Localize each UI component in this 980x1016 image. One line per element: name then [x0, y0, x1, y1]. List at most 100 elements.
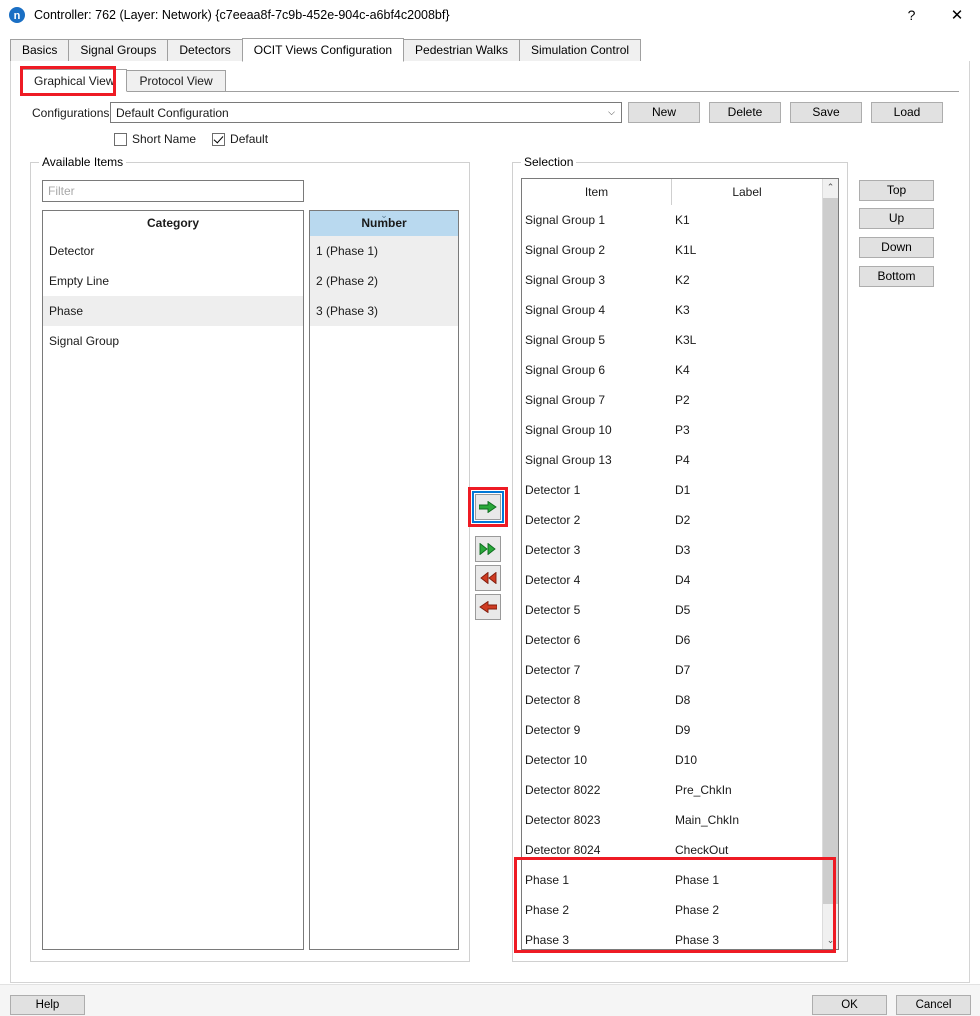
table-row[interactable]: Signal Group 7P2 — [522, 385, 838, 415]
title-bar: n Controller: 762 (Layer: Network) {c7ee… — [0, 0, 980, 30]
available-items-group-title: Available Items — [39, 155, 126, 169]
cancel-button[interactable]: Cancel — [896, 995, 971, 1015]
cell-item: Signal Group 13 — [522, 453, 672, 467]
default-checkbox-box[interactable] — [212, 133, 225, 146]
tab-detectors[interactable]: Detectors — [167, 39, 242, 61]
selection-header-label[interactable]: Label — [672, 179, 822, 205]
table-row[interactable]: Detector 1D1 — [522, 475, 838, 505]
table-row[interactable]: Phase 2Phase 2 — [522, 895, 838, 925]
cell-item: Phase 2 — [522, 903, 672, 917]
default-checkbox[interactable]: Default — [212, 132, 268, 146]
add-selected-button[interactable] — [475, 494, 501, 520]
category-row-detector[interactable]: Detector — [43, 236, 303, 266]
cell-label: D9 — [672, 723, 822, 737]
table-row[interactable]: Detector 5D5 — [522, 595, 838, 625]
cell-label: K1 — [672, 213, 822, 227]
selection-header-item[interactable]: Item — [522, 179, 672, 205]
table-row[interactable]: Phase 3Phase 3 — [522, 925, 838, 950]
category-row-signal-group[interactable]: Signal Group — [43, 326, 303, 356]
help-icon[interactable]: ? — [889, 0, 934, 30]
cell-item: Detector 4 — [522, 573, 672, 587]
cell-label: Main_ChkIn — [672, 813, 822, 827]
cell-label: Phase 2 — [672, 903, 822, 917]
filter-input[interactable]: Filter — [42, 180, 304, 202]
number-row-2[interactable]: 2 (Phase 2) — [310, 266, 458, 296]
number-list[interactable]: ⌄ Number 1 (Phase 1) 2 (Phase 2) 3 (Phas… — [309, 210, 459, 950]
table-row[interactable]: Detector 9D9 — [522, 715, 838, 745]
table-row[interactable]: Detector 6D6 — [522, 625, 838, 655]
cell-item: Signal Group 4 — [522, 303, 672, 317]
short-name-checkbox[interactable]: Short Name — [114, 132, 196, 146]
table-row[interactable]: Detector 7D7 — [522, 655, 838, 685]
category-row-empty-line[interactable]: Empty Line — [43, 266, 303, 296]
save-configuration-button[interactable]: Save — [790, 102, 862, 123]
number-row-3[interactable]: 3 (Phase 3) — [310, 296, 458, 326]
table-row[interactable]: Detector 8024CheckOut — [522, 835, 838, 865]
tab-simulation-control[interactable]: Simulation Control — [519, 39, 641, 61]
cell-label: Phase 1 — [672, 873, 822, 887]
tab-pedestrian-walks[interactable]: Pedestrian Walks — [403, 39, 520, 61]
table-row[interactable]: Detector 8023Main_ChkIn — [522, 805, 838, 835]
app-icon: n — [9, 7, 25, 23]
category-list[interactable]: Category Detector Empty Line Phase Signa… — [42, 210, 304, 950]
table-row[interactable]: Detector 8022Pre_ChkIn — [522, 775, 838, 805]
short-name-checkbox-box[interactable] — [114, 133, 127, 146]
configurations-label: Configurations: — [32, 106, 113, 120]
main-tab-strip: Basics Signal Groups Detectors OCIT View… — [10, 39, 970, 62]
tab-protocol-view[interactable]: Protocol View — [126, 70, 225, 91]
delete-configuration-button[interactable]: Delete — [709, 102, 781, 123]
load-configuration-button[interactable]: Load — [871, 102, 943, 123]
tab-basics[interactable]: Basics — [10, 39, 69, 61]
ok-button[interactable]: OK — [812, 995, 887, 1015]
chevron-down-icon[interactable]: ⌵ — [602, 107, 621, 118]
scrollbar-thumb[interactable] — [823, 198, 838, 904]
table-row[interactable]: Phase 1Phase 1 — [522, 865, 838, 895]
table-row[interactable]: Signal Group 6K4 — [522, 355, 838, 385]
scroll-up-icon[interactable]: ⌃ — [823, 179, 838, 196]
add-all-button[interactable] — [475, 536, 501, 562]
cell-label: K1L — [672, 243, 822, 257]
category-list-header[interactable]: Category — [43, 211, 303, 236]
table-row[interactable]: Detector 10D10 — [522, 745, 838, 775]
cell-label: P2 — [672, 393, 822, 407]
category-row-phase[interactable]: Phase — [43, 296, 303, 326]
cell-item: Phase 3 — [522, 933, 672, 947]
table-row[interactable]: Signal Group 1K1 — [522, 205, 838, 235]
help-button[interactable]: Help — [10, 995, 85, 1015]
selection-table[interactable]: Item Label Signal Group 1K1 Signal Group… — [521, 178, 839, 950]
cell-item: Detector 8022 — [522, 783, 672, 797]
scroll-down-icon[interactable]: ⌄ — [823, 932, 838, 949]
move-bottom-button[interactable]: Bottom — [859, 266, 934, 287]
cell-item: Signal Group 1 — [522, 213, 672, 227]
tab-signal-groups[interactable]: Signal Groups — [68, 39, 168, 61]
table-row[interactable]: Signal Group 2K1L — [522, 235, 838, 265]
remove-selected-button[interactable] — [475, 594, 501, 620]
cell-item: Detector 8 — [522, 693, 672, 707]
selection-scrollbar[interactable]: ⌃ ⌄ — [822, 179, 838, 949]
tab-graphical-view[interactable]: Graphical View — [21, 69, 127, 92]
table-row[interactable]: Signal Group 4K3 — [522, 295, 838, 325]
table-row[interactable]: Signal Group 10P3 — [522, 415, 838, 445]
number-row-1[interactable]: 1 (Phase 1) — [310, 236, 458, 266]
table-row[interactable]: Detector 2D2 — [522, 505, 838, 535]
move-top-button[interactable]: Top — [859, 180, 934, 201]
table-row[interactable]: Detector 8D8 — [522, 685, 838, 715]
table-row[interactable]: Signal Group 3K2 — [522, 265, 838, 295]
arrow-left-icon — [479, 601, 497, 613]
new-configuration-button[interactable]: New — [628, 102, 700, 123]
table-row[interactable]: Signal Group 13P4 — [522, 445, 838, 475]
cell-label: D5 — [672, 603, 822, 617]
cell-label: Phase 3 — [672, 933, 822, 947]
number-list-header[interactable]: ⌄ Number — [310, 211, 458, 236]
table-row[interactable]: Detector 3D3 — [522, 535, 838, 565]
close-icon[interactable]: ✕ — [934, 0, 980, 30]
tab-ocit-views-configuration[interactable]: OCIT Views Configuration — [242, 38, 404, 62]
table-row[interactable]: Detector 4D4 — [522, 565, 838, 595]
move-down-button[interactable]: Down — [859, 237, 934, 258]
table-row[interactable]: Signal Group 5K3L — [522, 325, 838, 355]
cell-item: Detector 9 — [522, 723, 672, 737]
configurations-combobox[interactable]: Default Configuration ⌵ — [110, 102, 622, 123]
remove-all-button[interactable] — [475, 565, 501, 591]
move-up-button[interactable]: Up — [859, 208, 934, 229]
cell-item: Signal Group 3 — [522, 273, 672, 287]
